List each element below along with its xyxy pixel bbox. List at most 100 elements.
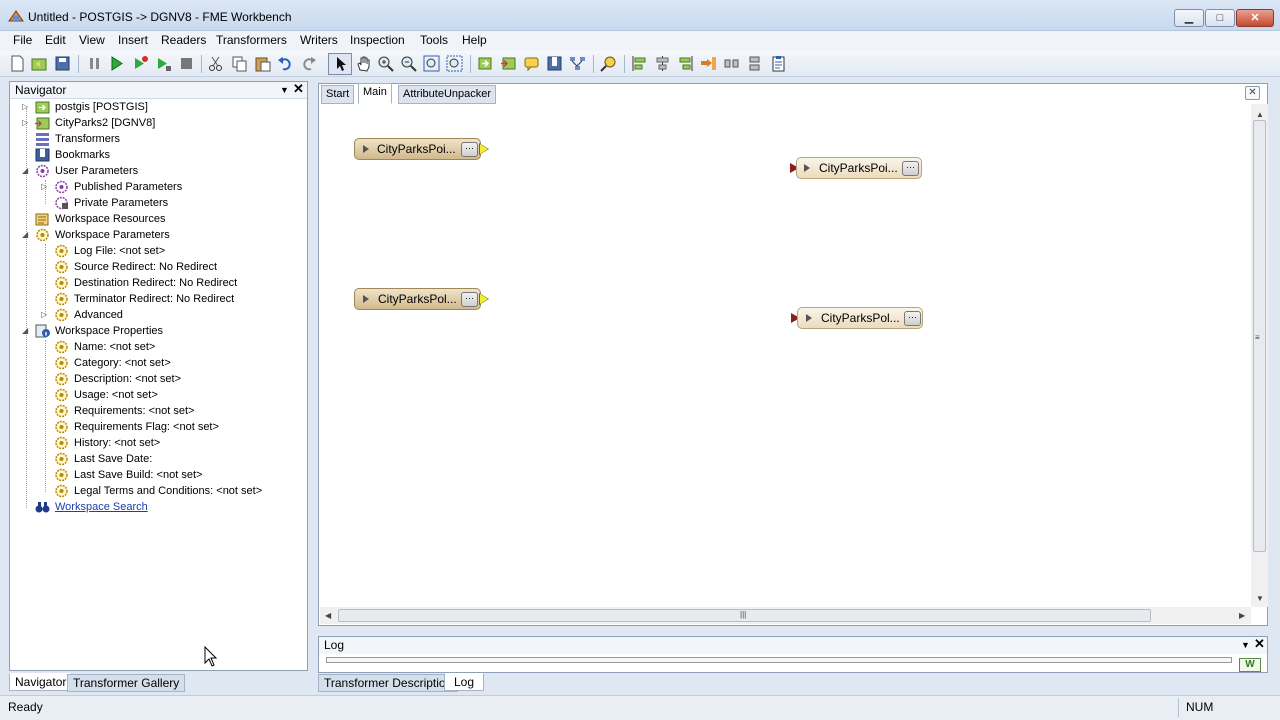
tab-transformer-description[interactable]: Transformer Description (318, 674, 459, 692)
collapse-arrow-icon[interactable]: ◢ (22, 227, 28, 243)
inspect-icon[interactable] (600, 55, 617, 72)
paste-icon[interactable] (254, 55, 271, 72)
align-center-icon[interactable] (654, 55, 671, 72)
expand-arrow-icon[interactable]: ▷ (22, 99, 28, 115)
writer-feature-type-polygons[interactable]: CityParksPol... ··· (797, 307, 923, 329)
workbench-log-icon[interactable]: W (1239, 658, 1261, 672)
feature-type-menu-button[interactable]: ··· (461, 142, 478, 157)
tab-start[interactable]: Start (321, 85, 355, 104)
tree-item-legal-terms[interactable]: Legal Terms and Conditions: <not set> (10, 483, 307, 499)
tree-item-advanced[interactable]: ▷ Advanced (10, 307, 307, 323)
save-icon[interactable] (54, 55, 71, 72)
menu-file[interactable]: File (11, 32, 34, 48)
scroll-down-icon[interactable]: ▼ (1256, 594, 1264, 603)
menu-transformers[interactable]: Transformers (214, 32, 289, 48)
annotation-icon[interactable] (523, 55, 540, 72)
tree-item-usage[interactable]: Usage: <not set> (10, 387, 307, 403)
tree-item-last-save-build[interactable]: Last Save Build: <not set> (10, 467, 307, 483)
scroll-up-icon[interactable]: ▲ (1256, 110, 1264, 119)
add-writer-icon[interactable] (500, 55, 517, 72)
maximize-button[interactable]: □ (1205, 9, 1235, 27)
copy-icon[interactable] (231, 55, 248, 72)
cut-icon[interactable] (207, 55, 224, 72)
tree-item-postgis[interactable]: ▷ postgis [POSTGIS] (10, 99, 307, 115)
new-icon[interactable] (9, 55, 26, 72)
tree-item-requirements-flag[interactable]: Requirements Flag: <not set> (10, 419, 307, 435)
tree-item-destination-redirect[interactable]: Destination Redirect: No Redirect (10, 275, 307, 291)
workspace-search-link[interactable]: Workspace Search (55, 499, 148, 515)
tree-item-user-parameters[interactable]: ◢ User Parameters (10, 163, 307, 179)
distribute-h-icon[interactable] (723, 55, 740, 72)
sequence-icon[interactable] (700, 55, 717, 72)
expand-arrow-icon[interactable]: ▷ (41, 179, 47, 195)
collapse-arrow-icon[interactable]: ◢ (22, 323, 28, 339)
tab-navigator[interactable]: Navigator (9, 673, 73, 691)
tree-item-category[interactable]: Category: <not set> (10, 355, 307, 371)
menu-readers[interactable]: Readers (159, 32, 208, 48)
select-icon[interactable] (332, 55, 349, 72)
tree-item-log-file[interactable]: Log File: <not set> (10, 243, 307, 259)
menu-writers[interactable]: Writers (298, 32, 340, 48)
menu-edit[interactable]: Edit (43, 32, 68, 48)
feature-type-menu-button[interactable]: ··· (902, 161, 919, 176)
tab-transformer-gallery[interactable]: Transformer Gallery (67, 674, 186, 692)
redo-icon[interactable] (300, 55, 317, 72)
undo-icon[interactable] (277, 55, 294, 72)
tree-item-workspace-search[interactable]: Workspace Search (10, 499, 307, 515)
menu-view[interactable]: View (77, 32, 107, 48)
collapse-arrow-icon[interactable]: ◢ (22, 163, 28, 179)
expand-arrow-icon[interactable]: ▷ (22, 115, 28, 131)
feature-type-menu-button[interactable]: ··· (904, 311, 921, 326)
tree-item-published-parameters[interactable]: ▷ Published Parameters (10, 179, 307, 195)
tree-item-requirements[interactable]: Requirements: <not set> (10, 403, 307, 419)
bookmark-icon[interactable] (546, 55, 563, 72)
open-icon[interactable] (31, 55, 48, 72)
tree-item-workspace-properties[interactable]: ◢ Workspace Properties (10, 323, 307, 339)
run-to-icon[interactable] (132, 55, 149, 72)
pause-icon[interactable] (86, 55, 103, 72)
chevron-down-icon[interactable]: ▼ (1241, 637, 1250, 653)
reader-feature-type-points[interactable]: CityParksPoi... ··· (354, 138, 481, 160)
tree-item-private-parameters[interactable]: Private Parameters (10, 195, 307, 211)
expand-triangle-icon[interactable] (363, 295, 369, 303)
scroll-left-icon[interactable]: ◀ (325, 611, 331, 620)
close-icon[interactable]: ✕ (1254, 636, 1265, 652)
clipboard-icon[interactable] (770, 55, 787, 72)
tree-item-cityparks2[interactable]: ▷ CityParks2 [DGNV8] (10, 115, 307, 131)
tree-item-name[interactable]: Name: <not set> (10, 339, 307, 355)
tree-item-last-save-date[interactable]: Last Save Date: (10, 451, 307, 467)
pan-icon[interactable] (355, 55, 372, 72)
menu-insert[interactable]: Insert (116, 32, 150, 48)
expand-triangle-icon[interactable] (806, 314, 812, 322)
expand-triangle-icon[interactable] (804, 164, 810, 172)
tree-item-source-redirect[interactable]: Source Redirect: No Redirect (10, 259, 307, 275)
tree-item-workspace-parameters[interactable]: ◢ Workspace Parameters (10, 227, 307, 243)
add-reader-icon[interactable] (477, 55, 494, 72)
tab-log[interactable]: Log (444, 673, 485, 691)
menu-inspection[interactable]: Inspection (348, 32, 407, 48)
tree-item-workspace-resources[interactable]: Workspace Resources (10, 211, 307, 227)
chevron-down-icon[interactable]: ▼ (280, 82, 289, 98)
tree-item-history[interactable]: History: <not set> (10, 435, 307, 451)
menu-help[interactable]: Help (460, 32, 489, 48)
tree-item-description[interactable]: Description: <not set> (10, 371, 307, 387)
tree-item-terminator-redirect[interactable]: Terminator Redirect: No Redirect (10, 291, 307, 307)
zoom-in-icon[interactable] (377, 55, 394, 72)
close-icon[interactable]: ✕ (293, 81, 304, 97)
align-left-icon[interactable] (631, 55, 648, 72)
expand-triangle-icon[interactable] (363, 145, 369, 153)
zoom-out-icon[interactable] (400, 55, 417, 72)
feature-type-menu-button[interactable]: ··· (461, 292, 478, 307)
close-tab-icon[interactable]: ✕ (1245, 86, 1260, 100)
reader-feature-type-polygons[interactable]: CityParksPol... ··· (354, 288, 481, 310)
tab-main[interactable]: Main (358, 83, 392, 104)
stop-icon[interactable] (178, 55, 195, 72)
close-button[interactable]: ✕ (1236, 9, 1274, 27)
tab-attributeunpacker[interactable]: AttributeUnpacker (398, 85, 497, 104)
zoom-selection-icon[interactable] (446, 55, 463, 72)
tree-item-bookmarks[interactable]: Bookmarks (10, 147, 307, 163)
writer-feature-type-points[interactable]: CityParksPoi... ··· (796, 157, 922, 179)
zoom-fit-icon[interactable] (423, 55, 440, 72)
align-right-icon[interactable] (677, 55, 694, 72)
scroll-right-icon[interactable]: ▶ (1239, 611, 1245, 620)
